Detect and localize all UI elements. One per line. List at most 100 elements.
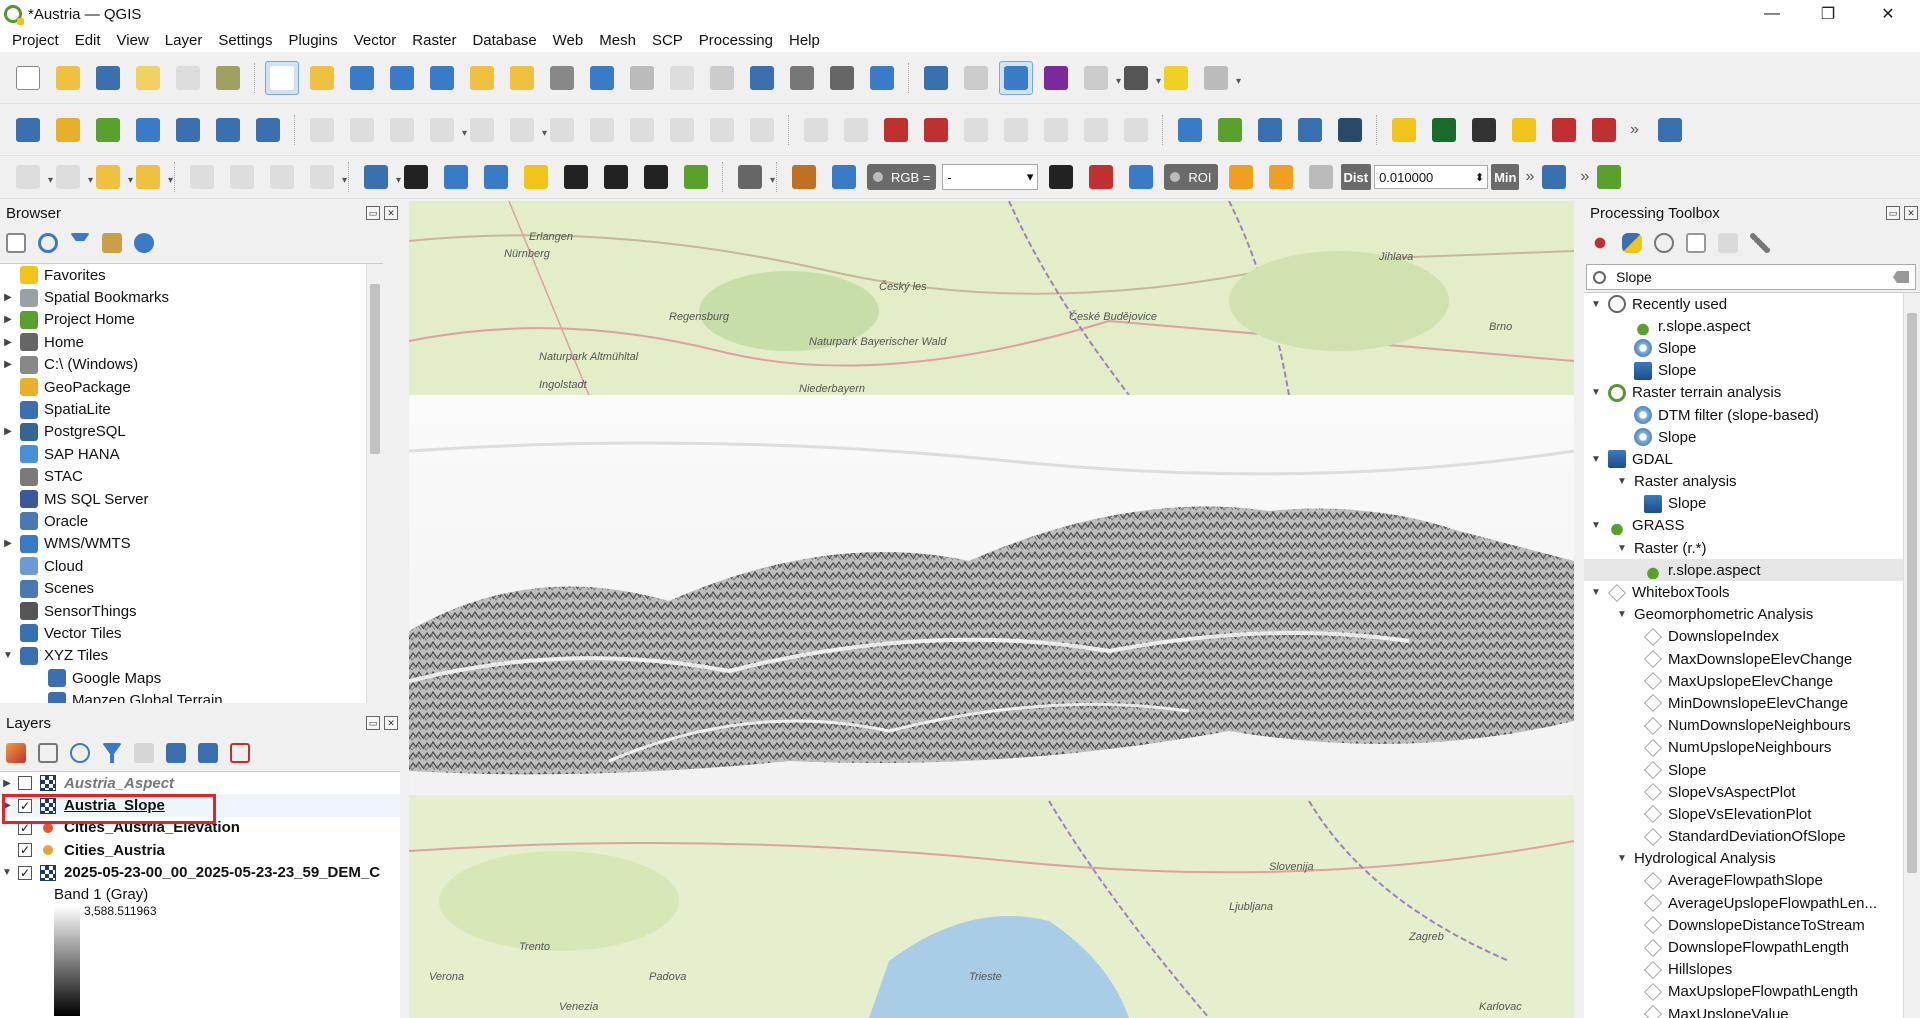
search-locator-button[interactable] [1427, 113, 1461, 147]
add-raster-button[interactable] [251, 113, 285, 147]
alien-button[interactable] [1333, 113, 1367, 147]
show-bookmarks-button[interactable] [785, 61, 819, 95]
zoom-full-button[interactable] [425, 61, 459, 95]
models-icon[interactable] [1590, 233, 1610, 253]
toolbox-item-maxupslopevalue[interactable]: MaxUpslopeValue [1584, 1003, 1920, 1018]
point-text-button[interactable] [559, 160, 593, 194]
toolbox-item-slopevselevationplot[interactable]: SlopeVsElevationPlot [1584, 803, 1920, 825]
rect-text-button[interactable] [639, 160, 673, 194]
globe-2-button[interactable] [1293, 113, 1327, 147]
toolbox-item-hydrological-analysis[interactable]: ▼ Hydrological Analysis [1584, 848, 1920, 870]
redo-button[interactable] [745, 113, 779, 147]
scp-triangle-button[interactable] [1213, 113, 1247, 147]
statistical-summary-button[interactable] [1039, 61, 1073, 95]
browser-item-ms-sql-server[interactable]: MS SQL Server [0, 488, 383, 510]
zoom-native-button[interactable] [545, 61, 579, 95]
toolbox-item-averageflowpathslope[interactable]: AverageFlowpathSlope [1584, 870, 1920, 892]
toolbox-item-downslopedistancetostream[interactable]: DownslopeDistanceToStream [1584, 914, 1920, 936]
scp-check-button[interactable] [1592, 160, 1626, 194]
polygon-annotation-button[interactable] [439, 160, 473, 194]
menu-web[interactable]: Web [545, 32, 592, 49]
toolbox-item-maxupslopeflowpathlength[interactable]: MaxUpslopeFlowpathLength [1584, 981, 1920, 1003]
toolbox-item-averageupslopeflowpathlen[interactable]: AverageUpslopeFlowpathLen... [1584, 892, 1920, 914]
browser-item-postgresql[interactable]: ▶ PostgreSQL [0, 421, 383, 443]
new-print-layout-button[interactable] [131, 61, 165, 95]
style-manager-button[interactable] [211, 61, 245, 95]
expand-arrow-icon[interactable]: ▼ [0, 867, 14, 878]
python-console-button[interactable] [1387, 113, 1421, 147]
browser-item-c-windows[interactable]: ▶ C:\ (Windows) [0, 354, 383, 376]
toolbox-item-grass[interactable]: ▼ GRASS [1584, 515, 1920, 537]
zoom-to-layer-button[interactable] [505, 61, 539, 95]
cursor-tool-button[interactable] [1547, 113, 1581, 147]
toolbar-overflow-icon[interactable]: » [1580, 168, 1589, 186]
menu-raster[interactable]: Raster [404, 32, 464, 49]
text-annotation-button[interactable] [1199, 61, 1241, 95]
expand-arrow-icon[interactable]: ▼ [1614, 853, 1630, 864]
toolbox-search-input[interactable]: Slope [1586, 264, 1916, 290]
help-button[interactable] [1653, 113, 1687, 147]
line-annotation-button[interactable] [479, 160, 513, 194]
expand-arrow-icon[interactable]: ▶ [0, 314, 16, 325]
roi-toggle[interactable]: ROI [1164, 164, 1218, 190]
toolbox-item-whiteboxtools[interactable]: ▼ WhiteboxTools [1584, 581, 1920, 603]
browser-item-favorites[interactable]: Favorites [0, 264, 383, 286]
layer-visibility-checkbox[interactable]: ✓ [18, 843, 32, 858]
toolbox-item-numupslopeneighbours[interactable]: NumUpslopeNeighbours [1584, 737, 1920, 759]
highlight-label-button[interactable] [879, 113, 913, 147]
options-wrench-icon[interactable] [1750, 233, 1770, 253]
style-manager-icon[interactable] [6, 743, 26, 763]
toolbox-item-maxupslopeelevchange[interactable]: MaxUpslopeElevChange [1584, 670, 1920, 692]
browser-item-stac[interactable]: STAC [0, 466, 383, 488]
expand-arrow-icon[interactable]: ▼ [1588, 587, 1604, 598]
undo-button[interactable] [705, 113, 739, 147]
reshape-button[interactable] [305, 160, 347, 194]
data-source-manager-button[interactable] [11, 113, 45, 147]
browser-item-project-home[interactable]: ▶ Project Home [0, 309, 383, 331]
new-shapefile-layer-button[interactable] [91, 113, 125, 147]
toolbox-item-r-slope-aspect[interactable]: r.slope.aspect [1584, 315, 1920, 337]
processing-toolbox-button[interactable] [999, 60, 1033, 95]
scp-roi-tool-button[interactable] [1224, 160, 1258, 194]
attribute-table-button[interactable] [1079, 61, 1121, 95]
expand-arrow-icon[interactable]: ▶ [0, 359, 16, 370]
identify-plugin-button[interactable] [1537, 160, 1571, 194]
float-panel-icon[interactable]: ▭ [1886, 206, 1900, 220]
toolbox-item-slope[interactable]: Slope [1584, 360, 1920, 382]
expand-arrow-icon[interactable]: ▼ [1614, 609, 1630, 620]
modify-attributes-button[interactable] [505, 113, 547, 147]
toolbox-item-mindownslopeelevchange[interactable]: MinDownslopeElevChange [1584, 692, 1920, 714]
history-icon[interactable] [1654, 233, 1674, 253]
digitize-button[interactable] [131, 113, 165, 147]
browser-item-xyz-tiles[interactable]: ▼ XYZ Tiles [0, 645, 383, 667]
select-annotation-button[interactable] [399, 160, 433, 194]
temporal-controller-button[interactable] [825, 61, 859, 95]
browser-item-home[interactable]: ▶ Home [0, 331, 383, 353]
browser-item-scenes[interactable]: Scenes [0, 577, 383, 599]
scp-zoom-button[interactable] [827, 160, 861, 194]
layer-row-austria-aspect[interactable]: ▶ Austria_Aspect [0, 772, 400, 794]
zoom-to-selection-button[interactable] [465, 61, 499, 95]
expand-arrow-icon[interactable]: ▼ [0, 650, 16, 661]
node-edit-button[interactable] [185, 160, 219, 194]
browser-item-spatial-bookmarks[interactable]: ▶ Spatial Bookmarks [0, 286, 383, 308]
results-viewer-icon[interactable] [1686, 233, 1706, 253]
new-virtual-layer-button[interactable] [211, 113, 245, 147]
menu-processing[interactable]: Processing [691, 32, 781, 49]
toolbox-item-standarddeviationofslope[interactable]: StandardDeviationOfSlope [1584, 826, 1920, 848]
new-geopackage-layer-button[interactable] [51, 113, 85, 147]
layer-row-cities-austria[interactable]: ✓ Cities_Austria [0, 839, 400, 861]
pin-labels-button[interactable] [959, 113, 993, 147]
properties-info-icon[interactable] [134, 233, 154, 253]
expand-all-icon[interactable] [166, 743, 186, 763]
toolbox-item-downslopeindex[interactable]: DownslopeIndex [1584, 626, 1920, 648]
zoom-out-button[interactable] [385, 61, 419, 95]
expand-arrow-icon[interactable]: ▶ [0, 426, 16, 437]
toolbox-item-maxdownslopeelevchange[interactable]: MaxDownslopeElevChange [1584, 648, 1920, 670]
browser-scroll-thumb[interactable] [370, 284, 380, 454]
restore-button[interactable]: ❐ [1800, 0, 1856, 28]
layer-visibility-checkbox[interactable]: ✓ [18, 865, 32, 880]
menu-help[interactable]: Help [781, 32, 828, 49]
menu-settings[interactable]: Settings [210, 32, 280, 49]
new-3d-view-button[interactable] [705, 61, 739, 95]
